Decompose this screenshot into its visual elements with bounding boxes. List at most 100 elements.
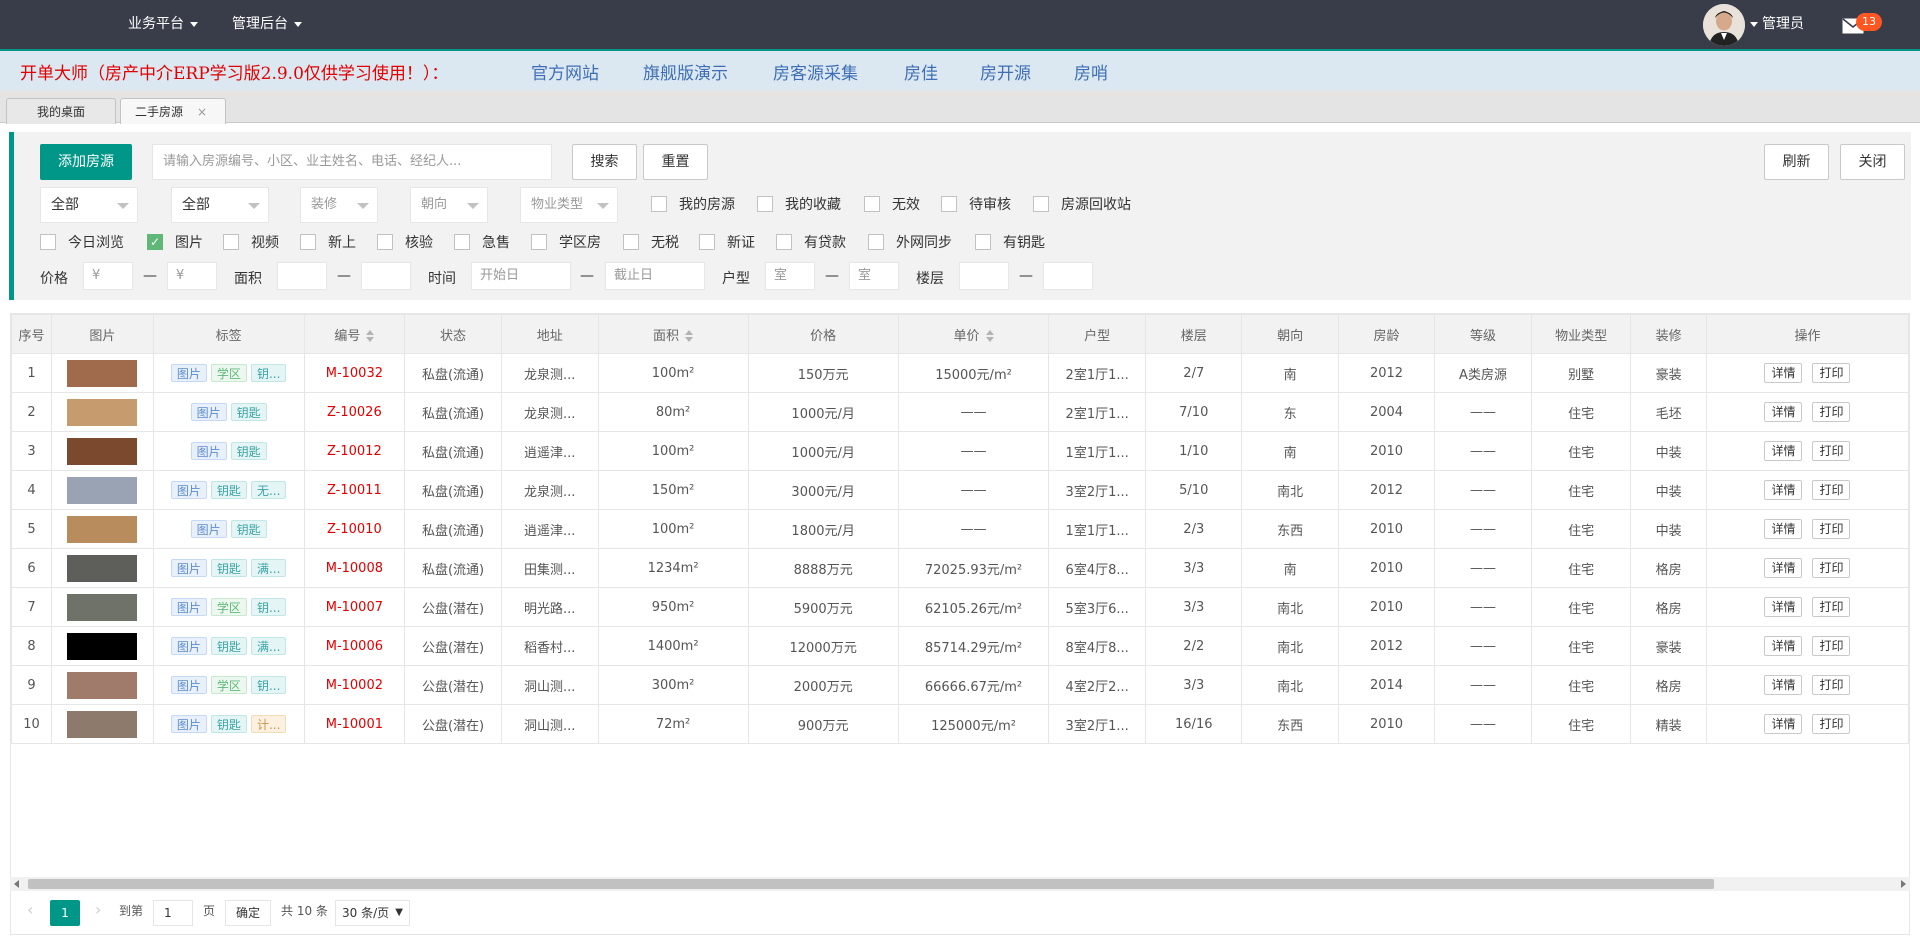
select-decoration[interactable]: 装修 [300, 187, 378, 223]
sort-icon[interactable] [985, 330, 994, 342]
detail-button[interactable]: 详情 [1764, 714, 1803, 734]
next-page-icon[interactable]: › [95, 900, 101, 919]
print-button[interactable]: 打印 [1812, 519, 1851, 539]
area-max-input[interactable] [361, 262, 411, 290]
checkbox[interactable] [975, 233, 991, 250]
detail-button[interactable]: 详情 [1764, 519, 1803, 539]
check-has-key[interactable]: 有钥匙 [975, 233, 1045, 253]
print-button[interactable]: 打印 [1812, 363, 1851, 383]
tab-second-hand-listings[interactable]: 二手房源 × [120, 98, 226, 124]
prev-page-icon[interactable]: ‹ [27, 900, 33, 919]
listing-photo[interactable] [67, 398, 138, 426]
table-row[interactable]: 9 图片 学区 钥... M-10002 公盘(潜在) 洞山测... 300m² 2000万元 6… [11, 665, 1909, 705]
listing-photo[interactable] [67, 632, 138, 660]
check-urgent-sale[interactable]: 急售 [454, 233, 510, 253]
print-button[interactable]: 打印 [1812, 558, 1851, 578]
area-min-input[interactable] [277, 262, 327, 290]
select-status[interactable]: 全部 [171, 187, 269, 223]
checkbox[interactable] [40, 233, 56, 250]
check-invalid[interactable]: 无效 [864, 195, 920, 215]
detail-button[interactable]: 详情 [1764, 363, 1803, 383]
table-row[interactable]: 4 图片 钥匙 无... Z-10011 私盘(流通) 龙泉测... 150m² 3000元/月… [11, 470, 1909, 510]
print-button[interactable]: 打印 [1812, 636, 1851, 656]
check-new-cert[interactable]: 新证 [699, 233, 755, 253]
check-has-loan[interactable]: 有贷款 [776, 233, 846, 253]
detail-button[interactable]: 详情 [1764, 480, 1803, 500]
check-school-district[interactable]: 学区房 [531, 233, 601, 253]
listing-photo[interactable] [67, 593, 138, 621]
column-header[interactable]: 单价 [897, 314, 1050, 354]
start-date-input[interactable]: 开始日 [471, 262, 571, 290]
detail-button[interactable]: 详情 [1764, 441, 1803, 461]
room-min-input[interactable]: 室 [765, 262, 815, 290]
floor-max-input[interactable] [1043, 262, 1093, 290]
tab-desktop[interactable]: 我的桌面 [6, 98, 116, 124]
checkbox[interactable] [300, 233, 316, 250]
link-fangkaiyuan[interactable]: 房开源 [980, 59, 1031, 84]
detail-button[interactable]: 详情 [1764, 597, 1803, 617]
checkbox[interactable] [776, 233, 792, 250]
check-my-favorites[interactable]: 我的收藏 [757, 195, 841, 215]
select-orientation[interactable]: 朝向 [410, 187, 488, 223]
close-icon[interactable]: × [197, 105, 207, 119]
check-tax-free[interactable]: 无税 [623, 233, 679, 253]
sort-icon[interactable] [366, 330, 375, 342]
detail-button[interactable]: 详情 [1764, 402, 1803, 422]
price-max-input[interactable]: ¥ [167, 262, 217, 290]
select-scope[interactable]: 全部 [40, 187, 138, 223]
table-row[interactable]: 1 图片 学区 钥... M-10032 私盘(流通) 龙泉测... 100m² 150万元 15… [11, 353, 1909, 393]
check-today-viewed[interactable]: 今日浏览 [40, 233, 124, 253]
table-row[interactable]: 8 图片 钥匙 满... M-10006 公盘(潜在) 稻香村... 1400m² 12000万… [11, 626, 1909, 666]
link-flagship-demo[interactable]: 旗舰版演示 [643, 59, 728, 84]
avatar[interactable] [1703, 4, 1745, 46]
current-page[interactable]: 1 [50, 900, 80, 926]
link-fangjia[interactable]: 房佳 [904, 59, 938, 84]
checkbox[interactable] [864, 195, 880, 212]
horizontal-scrollbar[interactable] [10, 877, 1910, 891]
confirm-page-button[interactable]: 确定 [225, 900, 271, 926]
detail-button[interactable]: 详情 [1764, 558, 1803, 578]
table-row[interactable]: 7 图片 学区 钥... M-10007 公盘(潜在) 明光路... 950m² 5900万元 6… [11, 587, 1909, 627]
link-listing-collect[interactable]: 房客源采集 [773, 59, 858, 84]
checkbox[interactable] [757, 195, 773, 212]
check-sync-external[interactable]: 外网同步 [868, 233, 952, 253]
checkbox[interactable] [651, 195, 667, 212]
listing-photo[interactable] [67, 359, 138, 387]
listing-photo[interactable] [67, 710, 138, 738]
search-button[interactable]: 搜索 [572, 144, 637, 180]
print-button[interactable]: 打印 [1812, 441, 1851, 461]
link-fangshao[interactable]: 房哨 [1074, 59, 1108, 84]
print-button[interactable]: 打印 [1812, 714, 1851, 734]
checkbox[interactable] [531, 233, 547, 250]
checkbox-checked-icon[interactable]: ✓ [147, 233, 163, 250]
print-button[interactable]: 打印 [1812, 480, 1851, 500]
price-min-input[interactable]: ¥ [83, 262, 133, 290]
menu-business-platform[interactable]: 业务平台 [128, 0, 198, 49]
print-button[interactable]: 打印 [1812, 402, 1851, 422]
column-header[interactable]: 编号 [303, 314, 406, 354]
add-listing-button[interactable]: 添加房源 [40, 144, 132, 180]
link-official-site[interactable]: 官方网站 [531, 59, 599, 84]
listing-photo[interactable] [67, 515, 138, 543]
checkbox[interactable] [223, 233, 239, 250]
listing-photo[interactable] [67, 554, 138, 582]
search-input[interactable]: 请输入房源编号、小区、业主姓名、电话、经纪人... [152, 144, 552, 180]
listing-photo[interactable] [67, 437, 138, 465]
scroll-right-icon[interactable] [1901, 880, 1906, 888]
check-video[interactable]: 视频 [223, 233, 279, 253]
detail-button[interactable]: 详情 [1764, 636, 1803, 656]
table-row[interactable]: 10 图片 钥匙 计... M-10001 公盘(潜在) 洞山测... 72m² 900万元 12… [11, 704, 1909, 744]
end-date-input[interactable]: 截止日 [605, 262, 705, 290]
check-recycle-bin[interactable]: 房源回收站 [1033, 195, 1131, 215]
checkbox[interactable] [377, 233, 393, 250]
check-new[interactable]: 新上 [300, 233, 356, 253]
table-row[interactable]: 5 图片 钥匙 Z-10010 私盘(流通) 逍遥津... 100m² 1800元/月 —— 1室… [11, 509, 1909, 549]
column-header[interactable]: 面积 [597, 314, 749, 354]
checkbox[interactable] [941, 195, 957, 212]
page-size-select[interactable]: 30 条/页 ▼ [335, 900, 410, 926]
table-row[interactable]: 6 图片 钥匙 满... M-10008 私盘(流通) 田集测... 1234m² 8888万元… [11, 548, 1909, 588]
scrollbar-thumb[interactable] [28, 879, 1714, 889]
refresh-button[interactable]: 刷新 [1764, 144, 1829, 180]
print-button[interactable]: 打印 [1812, 675, 1851, 695]
user-menu[interactable]: 管理员 [1750, 0, 1804, 49]
